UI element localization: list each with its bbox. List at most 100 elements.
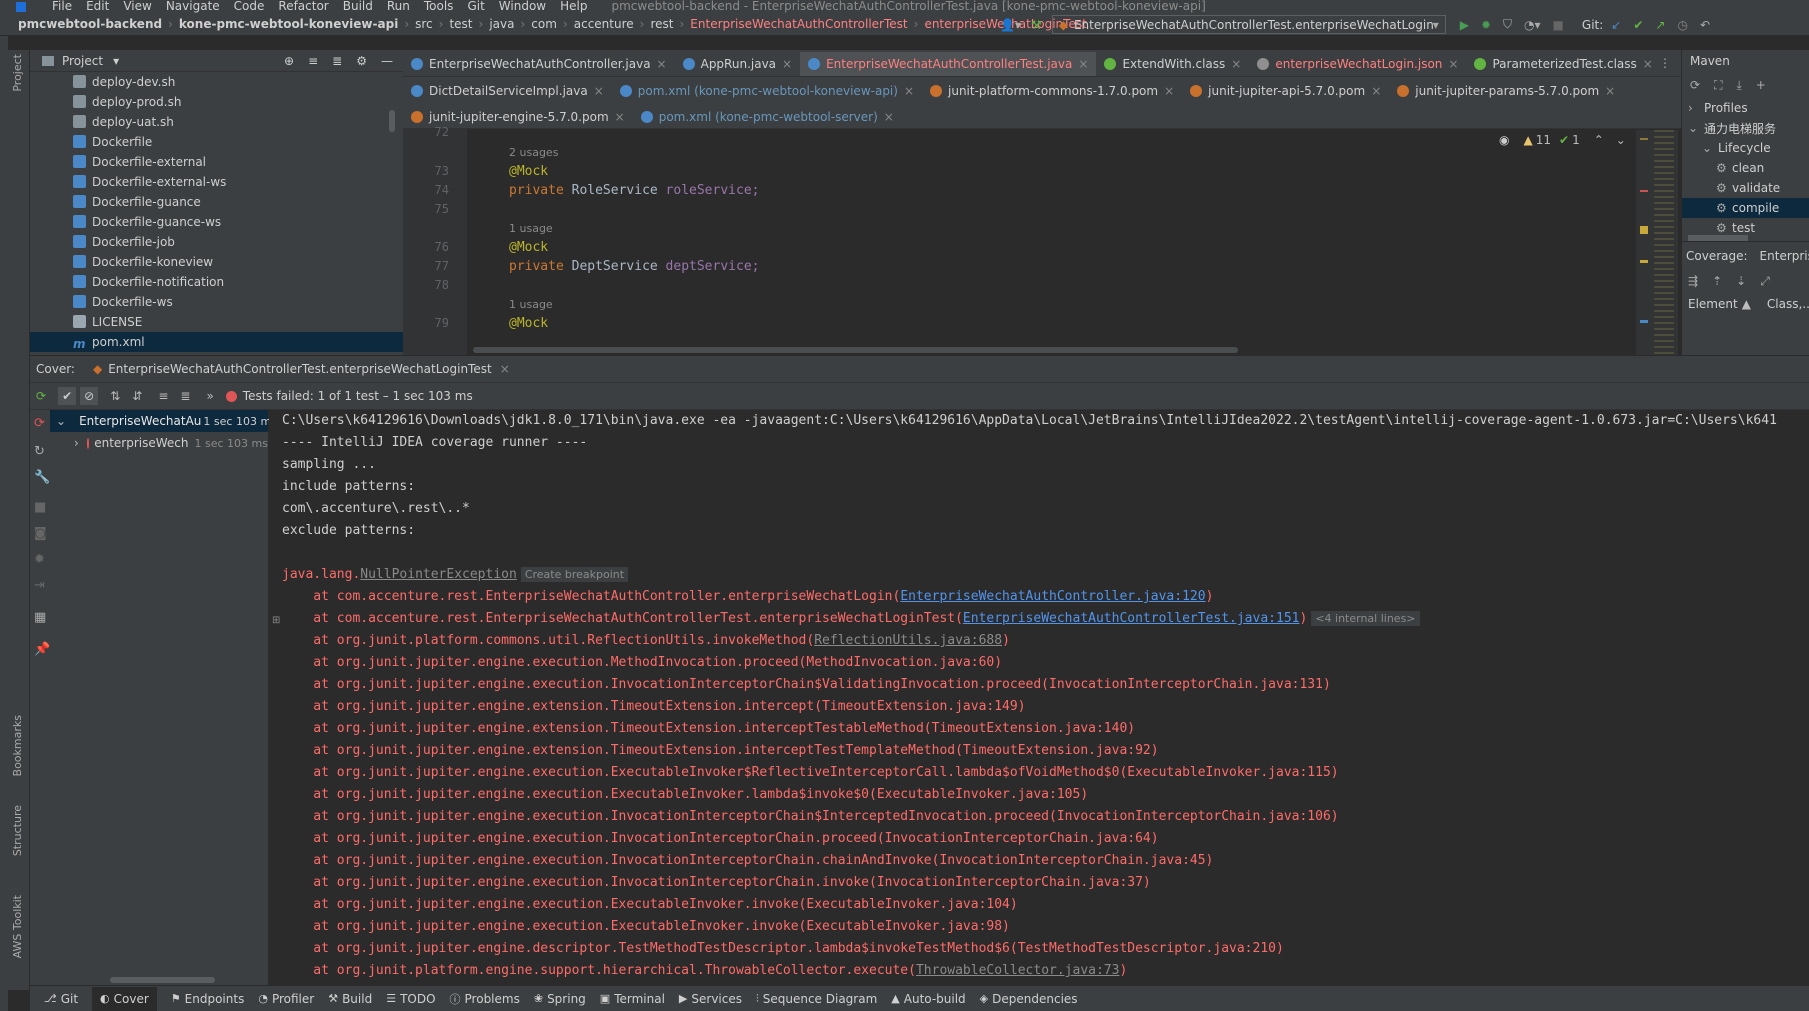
close-tab-icon[interactable]: × — [1231, 57, 1241, 71]
editor-tab[interactable]: enterpriseWechatLogin.json × — [1249, 50, 1466, 76]
editor-tab[interactable]: EnterpriseWechatAuthControllerTest.java × — [800, 51, 1097, 76]
git-commit-icon[interactable]: ✔ — [1633, 18, 1643, 32]
tool-window-git[interactable]: ⎇ Git — [44, 992, 78, 1006]
tool-window-sequence-diagram[interactable]: ⫶ Sequence Diagram — [756, 992, 877, 1006]
cover-run-tab[interactable]: EnterpriseWechatAuthControllerTest.enter… — [108, 362, 491, 376]
stacktrace-link[interactable]: ThrowableCollector.java:73 — [916, 963, 1120, 978]
hammer-icon[interactable]: ⚒ — [1031, 18, 1042, 32]
close-tab-icon[interactable]: × — [1448, 57, 1458, 71]
error-stripe[interactable] — [1636, 130, 1678, 355]
menu-file[interactable]: File — [52, 0, 72, 12]
editor-tab[interactable]: junit-platform-commons-1.7.0.pom × — [922, 77, 1182, 103]
layout-icon[interactable]: ▦ — [34, 610, 46, 625]
menu-window[interactable]: Window — [499, 0, 546, 12]
tool-window-endpoints[interactable]: ⚑ Endpoints — [171, 992, 245, 1006]
menu-tools[interactable]: Tools — [424, 0, 454, 12]
chevron-down-icon[interactable]: ⌄ — [1616, 133, 1626, 147]
stacktrace-link[interactable]: EnterpriseWechatAuthController.java:120 — [900, 589, 1205, 604]
coverage-tab[interactable]: Enterpris — [1760, 249, 1809, 263]
project-file-item[interactable]: Dockerfile-job — [30, 232, 403, 252]
project-file-item[interactable]: Dockerfile-notification — [30, 272, 403, 292]
project-file-item[interactable]: deploy-uat.sh — [30, 112, 403, 132]
scrollbar[interactable] — [389, 110, 395, 132]
rerun-icon[interactable]: ⟳ — [36, 389, 46, 403]
gear-icon[interactable]: ⚙ — [356, 54, 367, 68]
menu-navigate[interactable]: Navigate — [166, 0, 220, 12]
maven-tree-item[interactable]: ⌄ 通力电梯服务 — [1682, 118, 1809, 138]
user-icon[interactable]: 👤▾ — [1000, 18, 1021, 32]
code-editor[interactable]: 2 usages @Mock private RoleService roleSer… — [467, 129, 1567, 355]
breadcrumb-item[interactable]: rest — [650, 17, 673, 31]
editor-tab[interactable]: EnterpriseWechatAuthController.java × — [403, 50, 675, 76]
column-class[interactable]: Class,... — [1767, 297, 1809, 311]
close-tab-icon[interactable]: × — [657, 57, 667, 71]
tool-window-spring[interactable]: ❀ Spring — [534, 992, 586, 1006]
menu-git[interactable]: Git — [467, 0, 484, 12]
sort-duration-icon[interactable]: ⇵ — [132, 389, 142, 403]
pin-icon[interactable]: 📌 — [34, 642, 50, 657]
breadcrumb-item[interactable]: accenture — [574, 17, 634, 31]
create-breakpoint-button[interactable]: Create breakpoint — [520, 567, 629, 582]
tool-aws-toolkit[interactable]: AWS Toolkit — [11, 895, 24, 958]
editor-tab[interactable]: ParameterizedTest.class × — [1466, 50, 1660, 76]
inspection-widget[interactable]: ◉ ▲ 11 ✔ 1 ⌃ ⌄ — [1499, 132, 1626, 148]
console-output[interactable]: C:\Users\k64129616\Downloads\jdk1.8.0_17… — [269, 410, 1809, 985]
git-update-icon[interactable]: ↙ — [1611, 18, 1621, 32]
stacktrace-link[interactable]: EnterpriseWechatAuthControllerTest.java:… — [963, 611, 1300, 626]
close-tab-icon[interactable]: × — [1371, 84, 1381, 98]
git-push-icon[interactable]: ↗ — [1655, 18, 1665, 32]
project-file-item[interactable]: Dockerfile-external-ws — [30, 172, 403, 192]
tree-scrollbar[interactable] — [110, 977, 215, 983]
editor-tab[interactable]: DictDetailServiceImpl.java × — [403, 77, 612, 103]
maven-tree-item[interactable]: › Profiles — [1682, 98, 1809, 118]
maven-tree-item[interactable]: ⌄ Lifecycle — [1682, 138, 1809, 158]
menu-build[interactable]: Build — [343, 0, 373, 12]
export-icon[interactable]: ⇣ — [1736, 274, 1746, 288]
add-icon[interactable]: + — [1756, 78, 1766, 92]
menu-view[interactable]: View — [123, 0, 151, 12]
editor-tab[interactable]: junit-jupiter-api-5.7.0.pom × — [1182, 77, 1389, 103]
project-file-item[interactable]: Dockerfile-koneview — [30, 252, 403, 272]
close-tab-icon[interactable]: × — [884, 110, 894, 124]
fold-icon[interactable]: ⊞ — [272, 615, 280, 626]
tool-window-problems[interactable]: ⓘ Problems — [450, 991, 520, 1007]
editor-tab[interactable]: junit-jupiter-params-5.7.0.pom × — [1389, 77, 1623, 103]
menu-code[interactable]: Code — [234, 0, 265, 12]
rollback-icon[interactable]: ↶ — [1700, 18, 1710, 32]
exception-link[interactable]: NullPointerException — [360, 567, 517, 582]
close-tab-icon[interactable]: × — [904, 84, 914, 98]
stacktrace-link[interactable]: ReflectionUtils.java:688 — [814, 633, 1002, 648]
sort-alpha-icon[interactable]: ⇅ — [110, 389, 120, 403]
debug-icon[interactable]: ✹ — [1481, 18, 1491, 32]
column-element[interactable]: Element — [1688, 297, 1738, 311]
profile-icon[interactable]: ◔▾ — [1524, 18, 1541, 32]
camera-icon[interactable]: ◙ — [34, 526, 47, 541]
editor-tab[interactable]: pom.xml (kone-pmc-webtool-server) × — [633, 103, 902, 128]
flatten-packages-icon[interactable]: ⇶ — [1688, 274, 1698, 288]
usages-hint[interactable]: 1 usage — [509, 222, 553, 235]
exit-icon[interactable]: ⇥ — [34, 578, 45, 593]
close-tab-icon[interactable]: × — [1643, 57, 1653, 71]
stop-icon[interactable]: ■ — [34, 500, 46, 515]
minimize-icon[interactable]: — — [381, 54, 393, 68]
toggle-auto-test-icon[interactable]: ↻ — [34, 444, 45, 459]
maven-tree-item[interactable]: ⚙ compile — [1682, 198, 1809, 218]
maven-tree-item[interactable]: ⚙ validate — [1682, 178, 1809, 198]
project-file-item[interactable]: m pom.xml — [30, 332, 403, 352]
open-external-icon[interactable]: ⤢ — [1760, 274, 1770, 289]
project-file-item[interactable]: Dockerfile — [30, 132, 403, 152]
reader-mode-icon[interactable]: ◉ — [1499, 133, 1509, 147]
editor-tab[interactable]: AppRun.java × — [675, 50, 800, 76]
chevron-up-icon[interactable]: ⌃ — [1594, 133, 1604, 147]
menu-help[interactable]: Help — [560, 0, 587, 12]
editor-tab[interactable]: pom.xml (kone-pmc-webtool-koneview-api) × — [612, 77, 922, 103]
collapse-all-icon[interactable]: ≣ — [180, 389, 190, 403]
bug-icon[interactable]: ✹ — [34, 552, 45, 567]
project-file-item[interactable]: Dockerfile-guance — [30, 192, 403, 212]
show-passed-icon[interactable]: ✔ — [58, 387, 77, 405]
editor-tab[interactable]: ExtendWith.class × — [1096, 50, 1249, 76]
reload-icon[interactable]: ⟳ — [1690, 78, 1700, 92]
expand-all-icon[interactable]: ≡ — [158, 389, 168, 403]
run-configuration-select[interactable]: ◆ EnterpriseWechatAuthControllerTest.ent… — [1051, 15, 1446, 34]
tool-window-todo[interactable]: ☰ TODO — [386, 992, 435, 1006]
